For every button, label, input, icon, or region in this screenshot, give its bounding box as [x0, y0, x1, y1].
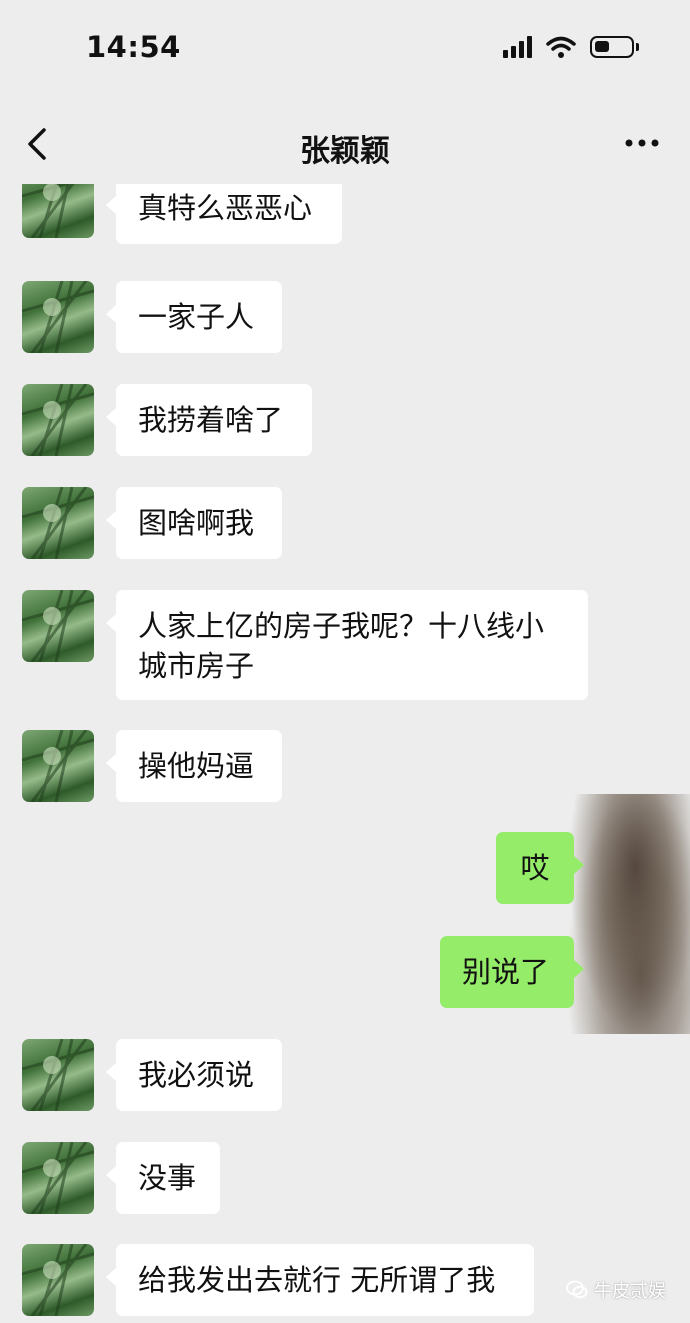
contact-avatar[interactable] — [22, 184, 94, 238]
contact-avatar[interactable] — [22, 1142, 94, 1214]
nav-bar: 张颖颖 — [0, 100, 690, 184]
status-bar: 14:54 — [0, 0, 690, 100]
more-options-icon[interactable] — [624, 128, 660, 158]
my-bubble[interactable]: 哎 — [496, 832, 584, 904]
contact-avatar[interactable] — [22, 281, 94, 353]
contact-bubble[interactable]: 人家上亿的房子我呢？十八线小 城市房子 — [106, 590, 588, 700]
contact-bubble[interactable]: 真特么恶恶心 — [106, 184, 342, 244]
wifi-icon — [546, 36, 576, 58]
redacted-avatar — [568, 794, 690, 1034]
cellular-signal-icon — [503, 36, 532, 58]
contact-bubble[interactable]: 我必须说 — [106, 1039, 282, 1111]
contact-avatar[interactable] — [22, 1244, 94, 1316]
contact-avatar[interactable] — [22, 590, 94, 662]
watermark-text: 牛皮贰娱 — [594, 1281, 666, 1302]
contact-bubble[interactable]: 没事 — [106, 1142, 220, 1214]
contact-bubble[interactable]: 图啥啊我 — [106, 487, 282, 559]
message-list[interactable]: 真特么恶恶心 一家子人 我捞着啥了 图啥啊我 人家上亿的房子我呢？十八线小 城市… — [0, 184, 690, 1323]
contact-avatar[interactable] — [22, 1039, 94, 1111]
contact-bubble[interactable]: 我捞着啥了 — [106, 384, 312, 456]
chat-title: 张颖颖 — [300, 134, 390, 169]
my-bubble[interactable]: 别说了 — [440, 936, 584, 1008]
contact-bubble[interactable]: 操他妈逼 — [106, 730, 282, 802]
chat-screen: 14:54 张颖颖 真特么恶恶心 一家子人 我捞着啥了 图啥啊我 人家上亿的房子… — [0, 0, 690, 1323]
contact-bubble[interactable]: 一家子人 — [106, 281, 282, 353]
watermark: 牛皮贰娱 — [566, 1277, 666, 1303]
contact-avatar[interactable] — [22, 487, 94, 559]
wechat-icon — [566, 1280, 588, 1299]
contact-bubble[interactable]: 给我发出去就行 无所谓了我 — [106, 1244, 534, 1316]
battery-icon — [590, 36, 639, 58]
status-icons — [503, 36, 639, 58]
contact-avatar[interactable] — [22, 384, 94, 456]
contact-avatar[interactable] — [22, 730, 94, 802]
bubble-line: 城市房子 — [138, 649, 255, 683]
status-time: 14:54 — [86, 30, 181, 64]
